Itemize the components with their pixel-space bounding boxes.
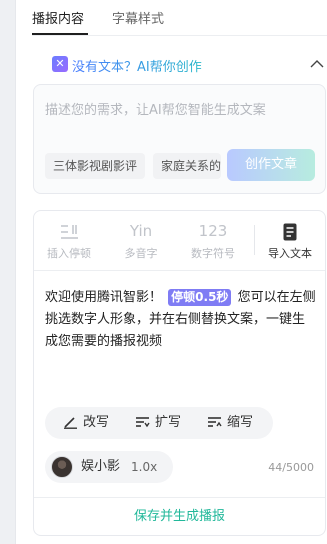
number-symbol-icon: 123: [198, 222, 228, 240]
expand-label: 扩写: [155, 415, 182, 430]
script-editor-card: 插入停顿 Yin 多音字 123 数字符号 导入文本 欢迎使用腾讯智影！ 停顿0…: [33, 210, 326, 536]
insert-pause-icon: [37, 219, 101, 243]
rewrite-label: 改写: [83, 415, 110, 430]
voice-avatar: [51, 456, 73, 478]
pause-tag[interactable]: 停顿0.5秒: [168, 289, 232, 306]
voice-selector[interactable]: 娱小影 1.0x: [45, 451, 173, 483]
tab-divider: [32, 35, 327, 36]
ai-prompt-input[interactable]: [45, 99, 315, 121]
tab-bar: 播报内容 字幕样式: [32, 0, 327, 36]
import-text-label: 导入文本: [268, 247, 312, 260]
tab-subtitle-style[interactable]: 字幕样式: [112, 8, 164, 27]
voice-speed: 1.0x: [131, 460, 158, 474]
pencil-icon: [64, 416, 77, 429]
polyphone-tool[interactable]: Yin 多音字: [109, 219, 173, 265]
toolbar-divider: [254, 225, 255, 255]
suggestion-chip[interactable]: 三体影视剧影评: [45, 153, 146, 179]
number-symbol-label: 数字符号: [191, 247, 235, 260]
ai-writing-title: 没有文本？AI帮你创作: [72, 56, 202, 75]
rewrite-button[interactable]: 改写: [63, 407, 109, 439]
shorten-text-icon: [208, 416, 222, 427]
voice-name: 娱小影: [81, 459, 121, 474]
editor-toolbar: 插入停顿 Yin 多音字 123 数字符号 导入文本: [34, 211, 325, 271]
shorten-button[interactable]: 缩写: [207, 407, 253, 439]
generate-article-button[interactable]: 创作文章: [227, 149, 315, 181]
ai-prompt-box: 三体影视剧影评 家庭关系的 创作文章: [33, 84, 326, 194]
insert-pause-label: 插入停顿: [47, 247, 91, 260]
script-text-area[interactable]: 欢迎使用腾讯智影！ 停顿0.5秒 您可以在左侧挑选数字人形象，并在右侧替换文案，…: [45, 287, 317, 353]
number-symbol-tool[interactable]: 123 数字符号: [181, 219, 245, 265]
ai-rewrite-bar: 改写 扩写 缩写: [45, 407, 273, 439]
polyphone-label: 多音字: [124, 247, 158, 260]
script-text: 欢迎使用腾讯智影！: [45, 290, 163, 305]
character-counter: 44/5000: [268, 461, 314, 474]
import-document-icon: [258, 219, 322, 243]
left-panel-edge: [0, 0, 16, 544]
save-and-generate-button[interactable]: 保存并生成播报: [34, 498, 325, 536]
suggestion-chip[interactable]: 家庭关系的: [153, 153, 221, 179]
insert-pause-tool[interactable]: 插入停顿: [37, 219, 101, 265]
tab-broadcast-content[interactable]: 播报内容: [32, 8, 84, 27]
polyphone-icon: Yin: [129, 222, 153, 240]
chevron-up-icon[interactable]: [307, 54, 327, 74]
shorten-label: 缩写: [227, 415, 254, 430]
ai-writing-header[interactable]: ✕ 没有文本？AI帮你创作: [32, 52, 327, 76]
expand-text-icon: [136, 416, 150, 427]
import-text-tool[interactable]: 导入文本: [258, 219, 322, 265]
expand-button[interactable]: 扩写: [135, 407, 181, 439]
ai-sparkle-icon: ✕: [52, 56, 68, 72]
